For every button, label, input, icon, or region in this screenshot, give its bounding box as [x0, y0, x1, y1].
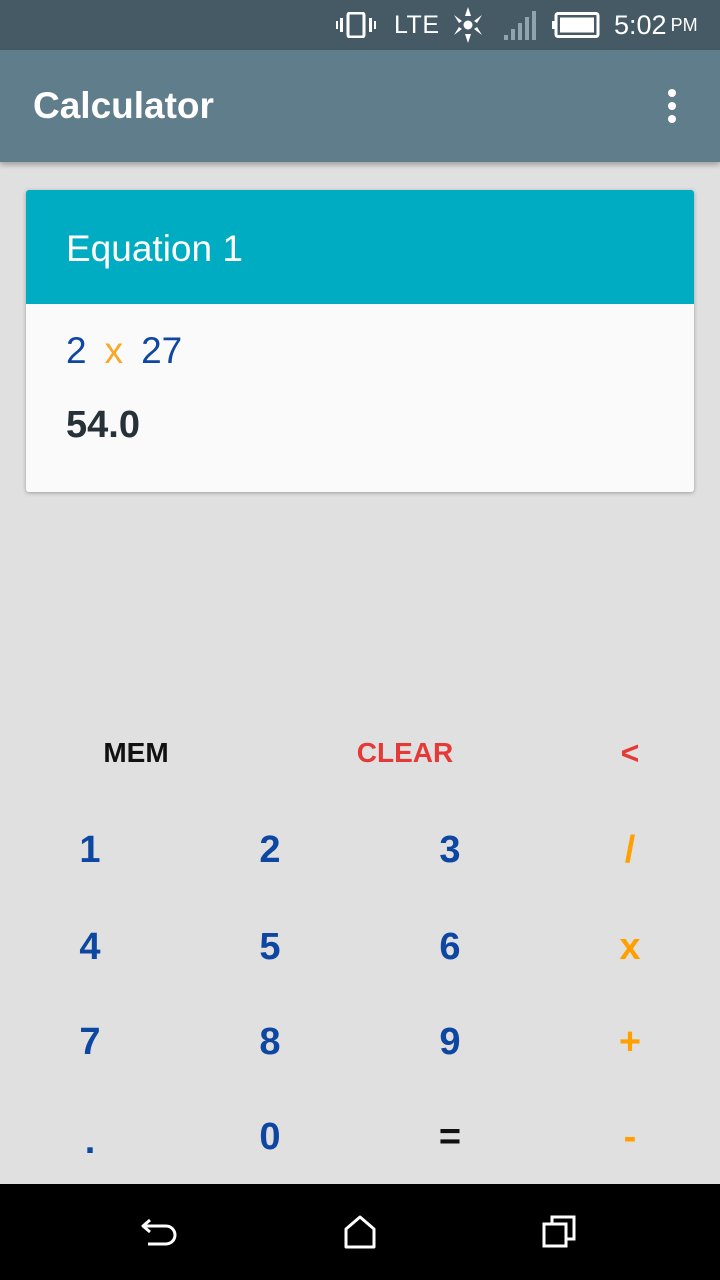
data-transfer-icon	[448, 0, 492, 50]
key-0[interactable]: 0	[225, 1102, 315, 1172]
clock-time: 5:02	[614, 9, 667, 40]
equation-expression: 2 x 27	[66, 330, 182, 372]
operand-1: 2	[66, 330, 87, 371]
key-3[interactable]: 3	[405, 815, 495, 885]
status-bar: LTE 5:02 PM	[0, 0, 720, 50]
signal-icon	[502, 0, 542, 50]
equation-result: 54.0	[66, 404, 140, 446]
home-icon[interactable]	[330, 1202, 390, 1262]
key-decimal[interactable]: .	[45, 1106, 135, 1176]
equation-title: Equation 1	[26, 190, 694, 304]
key-equals[interactable]: =	[405, 1102, 495, 1172]
vibrate-icon	[336, 0, 380, 50]
key-4[interactable]: 4	[45, 912, 135, 982]
key-8[interactable]: 8	[225, 1007, 315, 1077]
key-1[interactable]: 1	[45, 815, 135, 885]
equation-card[interactable]: Equation 1 2 x 27 54.0	[26, 190, 694, 492]
navigation-bar	[0, 1184, 720, 1280]
key-add[interactable]: +	[585, 1007, 675, 1077]
key-2[interactable]: 2	[225, 815, 315, 885]
network-type-label: LTE	[394, 10, 440, 39]
app-title: Calculator	[33, 85, 214, 126]
operator: x	[104, 330, 124, 371]
clock-ampm: PM	[670, 14, 698, 35]
key-7[interactable]: 7	[45, 1007, 135, 1077]
key-6[interactable]: 6	[405, 912, 495, 982]
key-multiply[interactable]: x	[585, 912, 675, 982]
key-subtract[interactable]: -	[585, 1102, 675, 1172]
app-bar: Calculator	[0, 50, 720, 162]
recents-icon[interactable]	[530, 1202, 590, 1262]
clock: 5:02 PM	[614, 0, 714, 50]
key-5[interactable]: 5	[225, 912, 315, 982]
overflow-menu-icon[interactable]	[650, 78, 694, 134]
mem-button[interactable]: MEM	[46, 718, 226, 788]
back-icon[interactable]	[130, 1202, 190, 1262]
operand-2: 27	[141, 330, 183, 371]
key-9[interactable]: 9	[405, 1007, 495, 1077]
clear-button[interactable]: CLEAR	[315, 718, 495, 788]
key-divide[interactable]: /	[585, 815, 675, 885]
backspace-button[interactable]: <	[585, 718, 675, 788]
battery-icon	[552, 0, 602, 50]
